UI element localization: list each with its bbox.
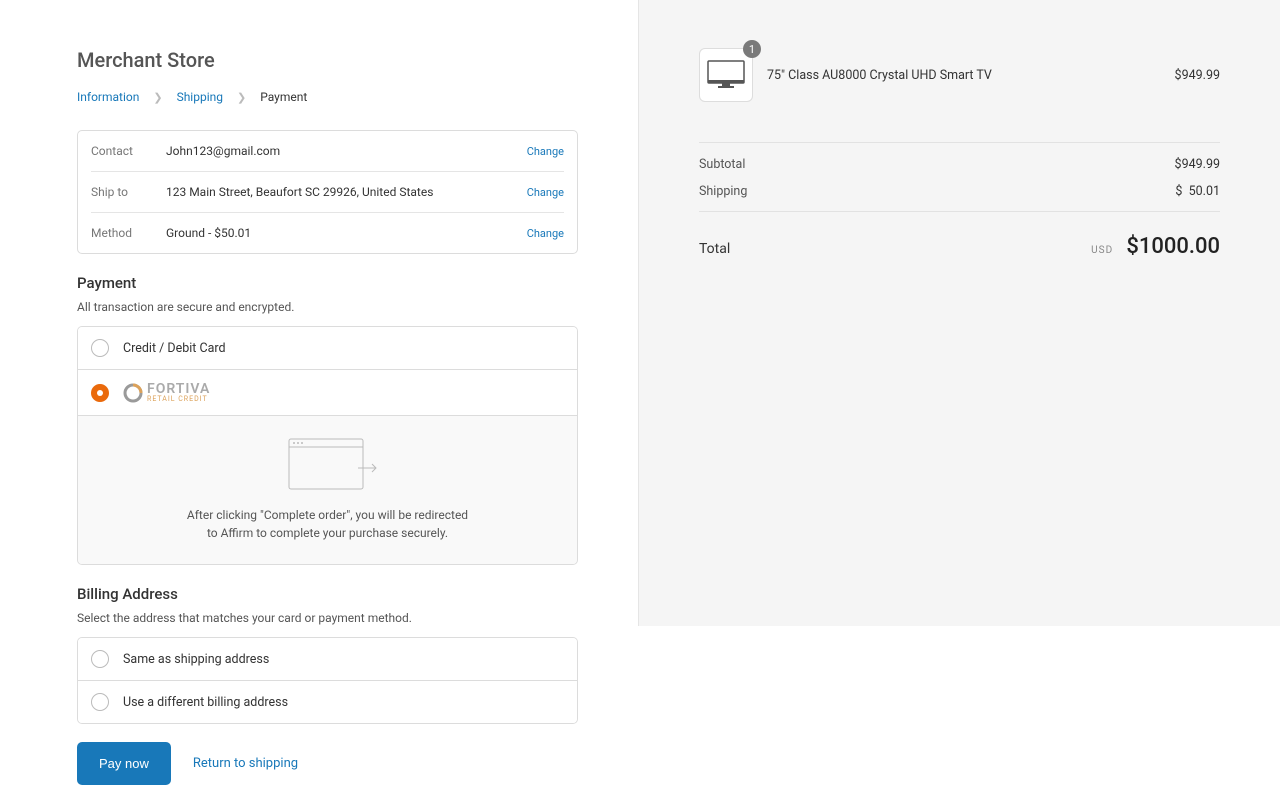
order-summary: 1 75" Class AU8000 Crystal UHD Smart TV …: [638, 0, 1280, 626]
contact-label: Contact: [91, 144, 166, 158]
qty-badge: 1: [743, 40, 761, 58]
billing-heading: Billing Address: [77, 585, 578, 603]
product-thumbnail: [699, 48, 753, 102]
fortiva-sub-text: RETAIL CREDIT: [147, 396, 210, 403]
checkout-main: Merchant Store Information ❯ Shipping ❯ …: [0, 0, 638, 720]
breadcrumb-shipping[interactable]: Shipping: [177, 90, 223, 104]
radio-unselected-icon: [91, 693, 109, 711]
subtotal-value: $949.99: [1175, 157, 1220, 172]
change-method-link[interactable]: Change: [527, 227, 564, 240]
contact-value: John123@gmail.com: [166, 144, 527, 158]
total-row: Total USD $1000.00: [699, 234, 1220, 259]
payment-option-fortiva[interactable]: FORTIVA RETAIL CREDIT: [78, 370, 577, 416]
billing-diff-label: Use a different billing address: [123, 695, 288, 710]
billing-same-label: Same as shipping address: [123, 652, 269, 667]
payment-heading: Payment: [77, 274, 578, 292]
browser-redirect-icon: [288, 438, 368, 490]
fortiva-logo: FORTIVA RETAIL CREDIT: [123, 382, 210, 403]
change-shipto-link[interactable]: Change: [527, 186, 564, 199]
actions-row: Pay now Return to shipping: [77, 742, 578, 785]
store-title: Merchant Store: [77, 48, 578, 72]
total-label: Total: [699, 241, 730, 257]
cart-thumb-wrap: 1: [699, 48, 753, 102]
shipping-value: $ 50.01: [1175, 184, 1220, 199]
pay-now-button[interactable]: Pay now: [77, 742, 171, 785]
divider: [699, 142, 1220, 143]
subtotal-row: Subtotal $949.99: [699, 157, 1220, 172]
chevron-right-icon: ❯: [153, 91, 162, 104]
redirect-text: After clicking "Complete order", you wil…: [178, 506, 478, 542]
fortiva-mark-icon: [123, 383, 143, 403]
payment-redirect-panel: After clicking "Complete order", you wil…: [78, 416, 577, 564]
billing-options: Same as shipping address Use a different…: [77, 637, 578, 724]
shipping-label: Shipping: [699, 184, 747, 199]
radio-unselected-icon: [91, 339, 109, 357]
shipto-label: Ship to: [91, 185, 166, 199]
radio-unselected-icon: [91, 650, 109, 668]
cart-item-price: $949.99: [1175, 68, 1220, 83]
shipto-value: 123 Main Street, Beaufort SC 29926, Unit…: [166, 185, 527, 199]
tv-icon: [707, 60, 745, 90]
review-box: Contact John123@gmail.com Change Ship to…: [77, 130, 578, 254]
billing-sub: Select the address that matches your car…: [77, 611, 578, 625]
total-currency: USD: [1091, 245, 1113, 256]
method-label: Method: [91, 226, 166, 240]
review-row-shipto: Ship to 123 Main Street, Beaufort SC 299…: [91, 172, 564, 213]
breadcrumb: Information ❯ Shipping ❯ Payment: [77, 90, 578, 104]
cart-item-name: 75" Class AU8000 Crystal UHD Smart TV: [767, 68, 1161, 83]
review-row-contact: Contact John123@gmail.com Change: [91, 131, 564, 172]
subtotal-label: Subtotal: [699, 157, 745, 172]
shipping-row: Shipping $ 50.01: [699, 184, 1220, 199]
chevron-right-icon: ❯: [237, 91, 246, 104]
payment-sub: All transaction are secure and encrypted…: [77, 300, 578, 314]
breadcrumb-payment: Payment: [260, 90, 307, 104]
payment-option-card[interactable]: Credit / Debit Card: [78, 327, 577, 370]
fortiva-brand-text: FORTIVA: [147, 382, 210, 396]
billing-diff-option[interactable]: Use a different billing address: [78, 681, 577, 723]
review-row-method: Method Ground - $50.01 Change: [91, 213, 564, 253]
breadcrumb-information[interactable]: Information: [77, 90, 139, 104]
total-amount: $1000.00: [1126, 234, 1220, 259]
radio-selected-icon: [91, 384, 109, 402]
payment-options: Credit / Debit Card FORTIVA RETAIL CREDI…: [77, 326, 578, 565]
method-value: Ground - $50.01: [166, 226, 527, 240]
cart-item: 1 75" Class AU8000 Crystal UHD Smart TV …: [699, 48, 1220, 102]
billing-same-option[interactable]: Same as shipping address: [78, 638, 577, 681]
divider: [699, 211, 1220, 212]
change-contact-link[interactable]: Change: [527, 145, 564, 158]
card-option-label: Credit / Debit Card: [123, 341, 226, 356]
return-to-shipping-link[interactable]: Return to shipping: [193, 756, 298, 771]
